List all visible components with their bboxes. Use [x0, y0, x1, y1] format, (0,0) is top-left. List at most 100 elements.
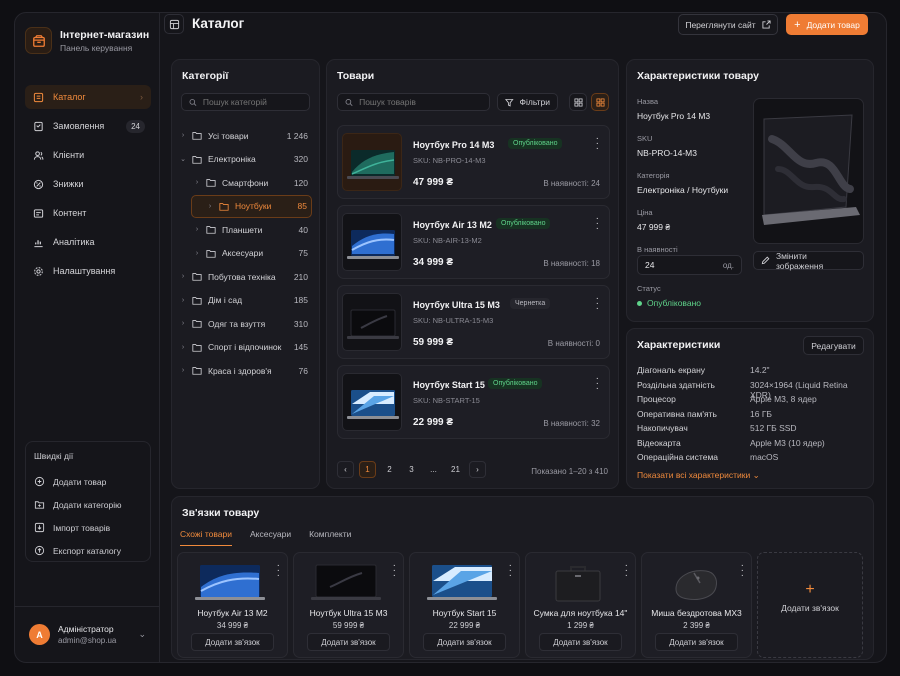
category-search [181, 93, 310, 111]
folder-icon [192, 320, 202, 328]
more-icon[interactable]: · · · [509, 561, 512, 581]
category-count: 40 [298, 224, 308, 235]
tab-similar[interactable]: Схожі товари [180, 529, 233, 546]
sku-value: NB-PRO-14-M3 [637, 148, 697, 158]
category-label: Дім і сад [208, 295, 243, 306]
filters-button[interactable]: Фільтри [497, 93, 558, 111]
more-icon[interactable]: · · · [277, 561, 280, 581]
search-icon [345, 98, 353, 106]
quick-export[interactable]: Експорт каталогу [34, 539, 142, 562]
product-card[interactable]: Ноутбук Start 15 Опубліковано · · · SKU: N… [337, 365, 610, 439]
category-label: Категорія [637, 171, 670, 180]
tab-accessories[interactable]: Аксесуари [250, 529, 291, 546]
related-product-card[interactable]: · · · Миша бездротова MX3 2 399 ₴ Додати з… [641, 552, 752, 658]
grid-small-icon [573, 97, 583, 107]
page-1[interactable]: 1 [359, 461, 376, 478]
product-price: 47 999 ₴ [413, 177, 454, 188]
category-item-all[interactable]: › Усі товари 1 246 [178, 124, 312, 148]
orders-count-badge: 24 [126, 119, 145, 133]
category-search-input[interactable] [202, 97, 302, 107]
relations-tabs: Схожі товари Аксесуари Комплекти [180, 529, 351, 546]
spec-value: 16 ГБ [750, 408, 772, 419]
quick-import[interactable]: Імпорт товарів [34, 516, 142, 539]
user-menu[interactable]: А Адміністратор admin@shop.ua ⌄ [15, 606, 160, 662]
more-icon[interactable]: · · · [596, 214, 599, 234]
add-relation-button[interactable]: Додати зв'язок [539, 633, 622, 651]
nav-item-clients[interactable]: Клієнти [25, 143, 151, 167]
page-2[interactable]: 2 [381, 461, 398, 478]
list-view-toggle[interactable] [569, 93, 587, 111]
more-icon[interactable]: · · · [596, 294, 599, 314]
nav-item-content[interactable]: Контент [25, 201, 151, 225]
page-21[interactable]: 21 [447, 461, 464, 478]
category-item-clothing[interactable]: › Одяг та взуття 310 [178, 312, 312, 336]
category-item-tablets[interactable]: › Планшети 40 [178, 218, 312, 242]
folder-icon [192, 155, 202, 164]
edit-specs-button[interactable]: Редагувати [803, 336, 864, 355]
related-product-card[interactable]: · · · Ноутбук Start 15 22 999 ₴ Додати зв'… [409, 552, 520, 658]
related-product-card[interactable]: · · · Ноутбук Ultra 15 M3 59 999 ₴ Додати … [293, 552, 404, 658]
add-product-button[interactable]: + Додати товар [786, 14, 868, 35]
chevron-right-icon: › [181, 367, 185, 375]
nav-item-catalog[interactable]: Каталог › [25, 85, 151, 109]
category-item-smartphones[interactable]: › Смартфони 120 [178, 171, 312, 195]
category-label: Спорт і відпочинок [208, 342, 282, 353]
nav-item-orders[interactable]: Замовлення 24 [25, 114, 151, 138]
related-product-name: Миша бездротова MX3 [651, 608, 742, 618]
more-icon[interactable]: · · · [741, 561, 744, 581]
category-item-appliances[interactable]: › Побутова техніка 210 [178, 265, 312, 289]
add-relation-button[interactable]: Додати зв'язок [191, 633, 274, 651]
chevron-right-icon: › [181, 273, 185, 281]
add-relation-button[interactable]: Додати зв'язок [655, 633, 738, 651]
more-icon[interactable]: · · · [596, 374, 599, 394]
quick-item-label: Експорт каталогу [53, 545, 121, 556]
quick-add-category[interactable]: Додати категорію [34, 493, 142, 516]
category-item-accessories[interactable]: › Аксесуари 75 [178, 242, 312, 266]
product-card[interactable]: Ноутбук Ultra 15 M3 Чернетка · · · SKU: NB… [337, 285, 610, 359]
category-item-home-garden[interactable]: › Дім і сад 185 [178, 289, 312, 313]
product-name: Ноутбук Pro 14 M3 [413, 140, 495, 150]
stock-unit: од. [722, 260, 734, 270]
related-product-card[interactable]: · · · Сумка для ноутбука 14" 1 299 ₴ Додат… [525, 552, 636, 658]
pencil-icon [761, 256, 770, 265]
stock-input[interactable]: 24 од. [637, 255, 742, 275]
categories-title: Категорії [182, 70, 229, 82]
change-image-button[interactable]: Змінити зображення [753, 251, 864, 271]
category-count: 1 246 [286, 130, 308, 141]
chevron-right-icon: › [195, 179, 199, 187]
add-relation-card[interactable]: + Додати зв'язок [757, 552, 863, 658]
show-all-specs-link[interactable]: Показати всі характеристики ⌄ [637, 470, 760, 481]
related-product-name: Ноутбук Ultra 15 M3 [309, 608, 388, 618]
product-sku: SKU: NB-START-15 [413, 396, 480, 405]
product-search-input[interactable] [359, 97, 482, 107]
more-icon[interactable]: · · · [625, 561, 628, 581]
nav-item-discounts[interactable]: Знижки [25, 172, 151, 196]
more-icon[interactable]: · · · [596, 134, 599, 154]
related-product-name: Ноутбук Start 15 [432, 608, 497, 618]
category-item-laptops[interactable]: › Ноутбуки 85 [191, 194, 312, 218]
folder-icon [206, 249, 216, 258]
product-card[interactable]: Ноутбук Air 13 M2 Опубліковано · · · SKU: … [337, 205, 610, 279]
catalog-page-icon [164, 14, 184, 34]
product-sku: SKU: NB-AIR-13-M2 [413, 236, 482, 245]
plus-icon: + [805, 581, 815, 598]
product-card[interactable]: Ноутбук Pro 14 M3 Опубліковано · · · SKU: … [337, 125, 610, 199]
more-icon[interactable]: · · · [393, 561, 396, 581]
store-icon [25, 27, 52, 54]
related-product-card[interactable]: · · · Ноутбук Air 13 M2 34 999 ₴ Додати зв… [177, 552, 288, 658]
nav-label: Аналітика [53, 237, 95, 247]
tab-bundles[interactable]: Комплекти [309, 529, 351, 546]
category-item-electronics[interactable]: ⌄ Електроніка 320 [178, 148, 312, 172]
nav-item-analytics[interactable]: Аналітика [25, 230, 151, 254]
category-item-beauty[interactable]: › Краса і здоров'я 76 [178, 359, 312, 383]
view-site-button[interactable]: Переглянути сайт [678, 14, 778, 35]
next-page-button[interactable]: › [469, 461, 486, 478]
grid-view-toggle[interactable] [591, 93, 609, 111]
quick-add-product[interactable]: Додати товар [34, 470, 142, 493]
add-relation-button[interactable]: Додати зв'язок [423, 633, 506, 651]
category-item-sport[interactable]: › Спорт і відпочинок 145 [178, 336, 312, 360]
nav-item-settings[interactable]: Налаштування [25, 259, 151, 283]
add-relation-button[interactable]: Додати зв'язок [307, 633, 390, 651]
page-3[interactable]: 3 [403, 461, 420, 478]
prev-page-button[interactable]: ‹ [337, 461, 354, 478]
